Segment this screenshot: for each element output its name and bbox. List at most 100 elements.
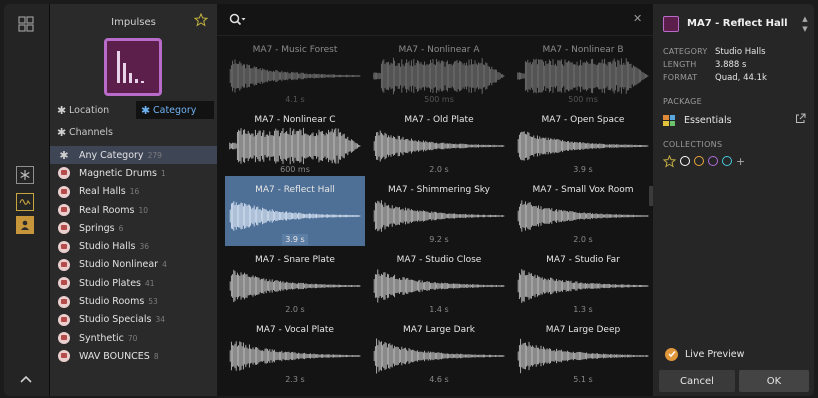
category-label: Studio Plates	[79, 277, 141, 289]
browser-window: Impulses ✱ Location ✱ Category ✱ Channel…	[4, 4, 814, 396]
category-label: Any Category	[79, 149, 144, 161]
category-item[interactable]: WAV BOUNCES 8	[50, 347, 217, 365]
metadata-row: LENGTH 3.888 s	[663, 58, 808, 71]
favorite-star-icon[interactable]	[193, 12, 209, 27]
panel-title: Impulses	[111, 17, 156, 28]
category-count: 36	[139, 242, 150, 252]
category-count: 279	[147, 150, 162, 160]
category-label: Springs	[79, 222, 115, 234]
category-item[interactable]: Studio Plates 41	[50, 274, 217, 292]
impulse-folder-icon	[58, 295, 70, 308]
location-filter-label: Location	[69, 104, 110, 116]
waveform-icon	[373, 57, 505, 95]
close-icon[interactable]: ✕	[633, 13, 643, 24]
live-preview-toggle[interactable]: Live Preview	[665, 347, 744, 361]
result-length: 9.2 s	[429, 235, 449, 244]
waveform-icon	[229, 127, 361, 165]
result-name: MA7 - Snare Plate	[255, 255, 335, 265]
add-collection-icon[interactable]: +	[736, 155, 745, 168]
result-tile[interactable]: MA7 - Studio Close 1.4 s	[369, 246, 509, 316]
category-item[interactable]: Studio Rooms 53	[50, 292, 217, 310]
category-filter[interactable]: ✱ Category	[136, 101, 214, 119]
category-count: 34	[155, 315, 166, 325]
category-item[interactable]: Studio Halls 36	[50, 237, 217, 255]
result-tile[interactable]: MA7 - Snare Plate 2.0 s	[225, 246, 365, 316]
category-item[interactable]: Springs 6	[50, 219, 217, 237]
waveform-icon	[517, 200, 649, 232]
result-tile[interactable]: MA7 - Old Plate 2.0 s	[369, 106, 509, 176]
impulse-folder-icon	[58, 350, 70, 363]
category-item[interactable]: ✱ Any Category 279	[50, 146, 217, 165]
category-filter-label: Category	[153, 104, 197, 116]
waveform-icon	[373, 200, 505, 232]
category-count: 4	[162, 260, 167, 270]
result-tile[interactable]: MA7 Large Deep 5.1 s	[513, 316, 653, 386]
category-item[interactable]: Magnetic Drums 1	[50, 164, 217, 182]
search-input[interactable]	[253, 11, 623, 29]
collection-circle-icon[interactable]	[722, 156, 732, 166]
search-bar: ✕	[217, 4, 653, 36]
result-tile[interactable]: MA7 - Vocal Plate 2.3 s	[225, 316, 365, 386]
result-tile[interactable]: MA7 - Open Space 3.9 s	[513, 106, 653, 176]
user-box-icon[interactable]	[16, 216, 34, 234]
result-name: MA7 - Vocal Plate	[256, 325, 334, 335]
result-tile[interactable]: MA7 - Studio Far 1.3 s	[513, 246, 653, 316]
grid-icon[interactable]	[16, 14, 36, 34]
category-label: Studio Halls	[79, 241, 136, 253]
category-item[interactable]: Studio Specials 34	[50, 311, 217, 329]
left-rail	[4, 4, 50, 396]
category-label: Studio Rooms	[79, 296, 145, 308]
details-nav-arrows[interactable]: ▲ ▼	[801, 14, 809, 36]
category-item[interactable]: Synthetic 70	[50, 329, 217, 347]
details-title: MA7 - Reflect Hall	[687, 18, 788, 29]
result-tile[interactable]: MA7 - Reflect Hall 3.9 s	[225, 176, 365, 246]
metadata-key: LENGTH	[663, 60, 697, 69]
impulse-folder-icon	[58, 204, 70, 217]
result-length: 4.6 s	[429, 375, 449, 384]
result-length: 2.0 s	[429, 165, 449, 174]
asterisk-box-icon[interactable]	[16, 166, 34, 184]
details-panel: MA7 - Reflect Hall ▲ ▼ CATEGORY Studio Hal…	[653, 4, 814, 396]
collection-circle-icon[interactable]	[708, 156, 718, 166]
impulse-folder-icon	[58, 240, 70, 253]
channels-filter[interactable]: ✱ Channels	[57, 124, 113, 140]
result-name: MA7 - Studio Close	[396, 255, 482, 265]
result-name: MA7 Large Deep	[545, 325, 621, 335]
category-label: Magnetic Drums	[79, 167, 157, 179]
result-tile[interactable]: MA7 Large Dark 4.6 s	[369, 316, 509, 386]
favorite-collection-icon[interactable]	[662, 154, 677, 168]
result-tile[interactable]: MA7 - Music Forest 4.1 s	[225, 36, 365, 106]
package-name: Essentials	[684, 114, 732, 126]
category-item[interactable]: Studio Nonlinear 4	[50, 256, 217, 274]
category-item[interactable]: Real Rooms 10	[50, 201, 217, 219]
ok-button[interactable]: OK	[739, 370, 809, 392]
result-tile[interactable]: MA7 - Nonlinear B 500 ms	[513, 36, 653, 106]
impulse-folder-icon	[58, 222, 70, 235]
result-tile[interactable]: MA7 - Shimmering Sky 9.2 s	[369, 176, 509, 246]
results-grid: MA7 - Music Forest 4.1 s MA7 - Nonlinear A…	[217, 36, 653, 396]
metadata-value: 3.888 s	[715, 59, 747, 70]
result-tile[interactable]: MA7 - Nonlinear A 500 ms	[369, 36, 509, 106]
result-tile[interactable]: MA7 - Small Vox Room 2.0 s	[513, 176, 653, 246]
metadata-key: FORMAT	[663, 73, 698, 82]
location-filter[interactable]: ✱ Location	[57, 102, 109, 118]
waveform-icon	[517, 131, 649, 161]
category-label: Synthetic	[79, 332, 124, 344]
category-count: 1	[160, 168, 166, 178]
result-length: 500 ms	[424, 95, 454, 104]
external-link-icon[interactable]	[795, 113, 806, 124]
search-icon[interactable]	[229, 13, 247, 27]
collection-circle-icon[interactable]	[680, 156, 690, 166]
result-name: MA7 - Open Space	[541, 115, 625, 125]
category-item[interactable]: Real Halls 16	[50, 183, 217, 201]
category-count: 41	[145, 278, 155, 288]
category-count: 53	[148, 297, 158, 307]
cancel-button[interactable]: Cancel	[659, 370, 735, 392]
chevron-up-icon[interactable]	[18, 372, 34, 386]
waveform-box-icon[interactable]	[16, 193, 34, 211]
result-tile[interactable]: MA7 - Nonlinear C 600 ms	[225, 106, 365, 176]
result-name: MA7 - Shimmering Sky	[387, 185, 490, 195]
collection-circle-icon[interactable]	[694, 156, 704, 166]
category-panel: Impulses ✱ Location ✱ Category ✱ Channel…	[50, 4, 217, 396]
category-count: 16	[129, 187, 140, 197]
